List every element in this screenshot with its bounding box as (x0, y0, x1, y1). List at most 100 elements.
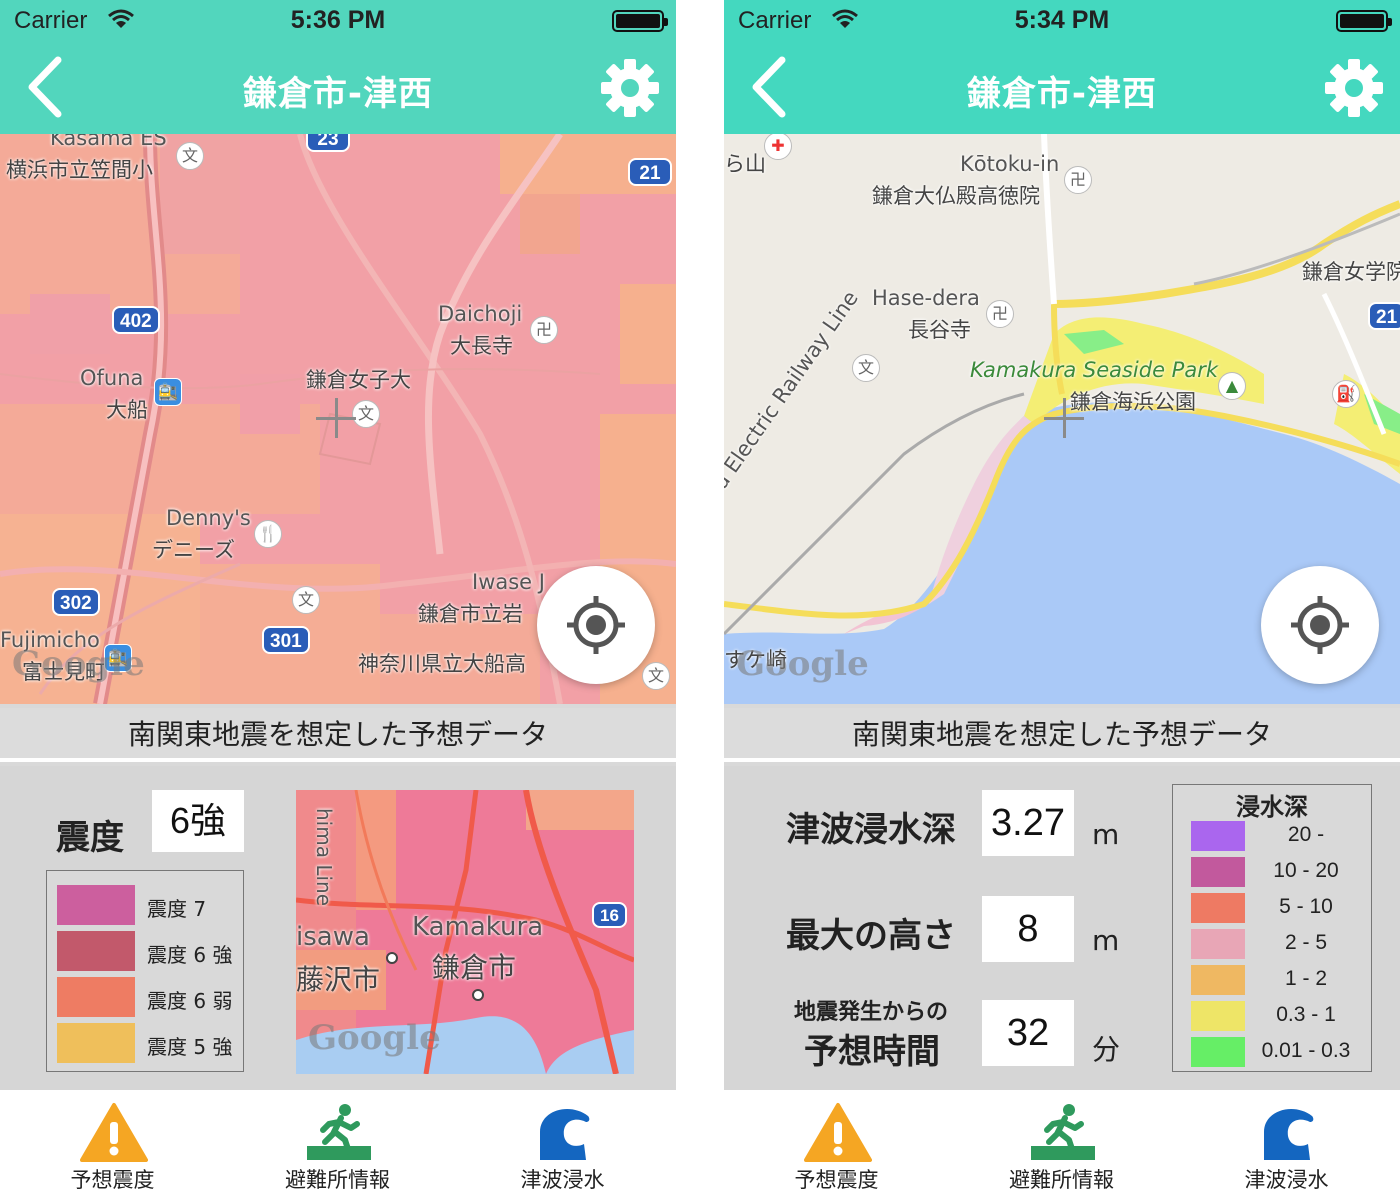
map-center-crosshair-icon (1044, 398, 1084, 438)
depth-legend-swatch (1191, 893, 1245, 923)
intensity-label: 震度 (56, 818, 124, 858)
depth-legend-swatch (1191, 929, 1245, 959)
legend-label: 震度 5 強 (147, 1035, 233, 1059)
max-height-unit: m (1092, 924, 1120, 957)
tab-tsunami[interactable]: 津波浸水 (1174, 1090, 1399, 1200)
depth-legend-label: 5 - 10 (1279, 895, 1333, 918)
map-label-hasedera-en: Hase-dera (872, 286, 980, 310)
legend-swatch (57, 885, 135, 925)
minimap-google-logo: Google (308, 1018, 441, 1058)
inundation-depth-label: 津波浸水深 (786, 810, 956, 850)
current-location-button[interactable] (1261, 566, 1379, 684)
tab-predicted-intensity[interactable]: 予想震度 (0, 1090, 225, 1200)
map-label-joshi-dai: 鎌倉女子大 (306, 368, 411, 392)
route-shield-23: 23 (306, 134, 350, 152)
battery-icon (1336, 10, 1392, 32)
depth-legend-swatch (1191, 821, 1245, 851)
max-height-value: 8 (982, 896, 1074, 962)
legend-label: 震度 6 強 (147, 943, 233, 967)
depth-legend-swatch (1191, 1037, 1245, 1067)
minimap-label-fujisawa-ja: 藤沢市 (296, 963, 381, 996)
intensity-map[interactable]: Kasama ES 横浜市立笠間小 文 23 21 402 Daichoji 大… (0, 134, 676, 704)
map-label-yama: ら山 (724, 152, 766, 176)
minimap-label-fujisawa-en: isawa (296, 922, 370, 952)
school-icon[interactable]: 文 (852, 354, 880, 382)
status-time: 5:34 PM (1014, 6, 1110, 34)
depth-legend-label: 0.01 - 0.3 (1261, 1039, 1351, 1062)
temple-icon[interactable]: 卍 (530, 316, 558, 344)
tab-label: 避難所情報 (1009, 1168, 1114, 1192)
map-label-ofuna-hs: 神奈川県立大船高 (358, 652, 526, 676)
tab-label: 予想震度 (794, 1168, 879, 1192)
battery-icon (612, 10, 668, 32)
map-label-ofuna-en: Ofuna (80, 366, 144, 390)
arrival-time-label-top: 地震発生からの (794, 1000, 949, 1025)
map-label-iwase-en: Iwase J (472, 570, 545, 594)
school-icon[interactable]: 文 (176, 142, 204, 170)
minimap-label-kamakura-ja: 鎌倉市 (432, 951, 517, 984)
tab-tsunami[interactable]: 津波浸水 (450, 1090, 675, 1200)
tsunami-wave-icon (1264, 1109, 1314, 1160)
tab-shelter-info[interactable]: 避難所情報 (225, 1090, 450, 1200)
school-icon[interactable]: 文 (352, 400, 380, 428)
tsunami-panel: 津波浸水深 3.27 m 最大の高さ 8 m 地震発生からの 予想時間 32 分… (724, 766, 1400, 1090)
depth-legend-label: 10 - 20 (1273, 859, 1339, 882)
locate-target-icon (567, 596, 625, 654)
inundation-legend: 浸水深 20 - 10 - 20 5 - 10 2 - 5 1 - 2 0.3 … (1172, 784, 1372, 1072)
park-tree-icon[interactable]: ▲ (1218, 372, 1246, 400)
gear-icon[interactable] (1324, 58, 1384, 118)
intensity-panel: 震度 6強 震度 7 震度 6 強 震度 6 弱 震度 5 強 hima Lin… (0, 766, 676, 1090)
inundation-legend-title: 浸水深 (1236, 793, 1308, 821)
inundation-depth-unit: m (1092, 818, 1120, 851)
map-label-seaside-ja: 鎌倉海浜公園 (1070, 390, 1196, 414)
page-title: 鎌倉市-津西 (242, 74, 434, 114)
warning-icon (80, 1103, 148, 1162)
max-height-label: 最大の高さ (786, 916, 956, 956)
map-label-girls-school: 鎌倉女学院 (1302, 260, 1400, 284)
minimap-label-line: hima Line (312, 808, 336, 907)
google-logo: Google (736, 644, 869, 684)
school-icon[interactable]: 文 (292, 586, 320, 614)
route-shield-21: 21 (1368, 302, 1400, 330)
depth-legend-swatch (1191, 965, 1245, 995)
current-location-button[interactable] (537, 566, 655, 684)
tab-shelter-info[interactable]: 避難所情報 (949, 1090, 1174, 1200)
phone-screen-tsunami: Carrier 5:34 PM 鎌倉市-津西 ら山 ✚ Kōtoku-in 鎌倉… (724, 0, 1400, 1200)
route-shield-402: 402 (112, 306, 160, 334)
tab-predicted-intensity[interactable]: 予想震度 (724, 1090, 949, 1200)
legend-swatch (57, 977, 135, 1017)
legend-label: 震度 6 弱 (147, 989, 233, 1013)
back-chevron-icon[interactable] (22, 56, 70, 118)
legend-label: 震度 7 (147, 897, 207, 921)
map-label-dennys-en: Denny's (166, 506, 251, 530)
depth-legend-label: 2 - 5 (1284, 931, 1328, 954)
gear-icon[interactable] (600, 58, 660, 118)
depth-legend-label: 20 - (1287, 823, 1325, 846)
temple-icon[interactable]: 卍 (1064, 166, 1092, 194)
page-title: 鎌倉市-津西 (966, 74, 1158, 114)
status-bar: Carrier 5:34 PM (724, 0, 1400, 40)
data-caption: 南関東地震を想定した予想データ (0, 708, 676, 762)
tab-bar: 予想震度 避難所情報 津波浸水 (0, 1090, 676, 1200)
map-label-kotoku-ja: 鎌倉大仏殿高徳院 (872, 184, 1040, 208)
back-chevron-icon[interactable] (746, 56, 794, 118)
tab-label: 津波浸水 (520, 1168, 605, 1192)
tsunami-map[interactable]: ら山 ✚ Kōtoku-in 鎌倉大仏殿高徳院 卍 鎌倉女学院 21 Hase-… (724, 134, 1400, 704)
temple-icon[interactable]: 卍 (986, 300, 1014, 328)
restaurant-icon[interactable]: 🍴 (254, 520, 282, 548)
train-station-icon[interactable]: 🚉 (154, 378, 182, 406)
map-label-hasedera-ja: 長谷寺 (908, 318, 971, 342)
evacuation-runner-icon (307, 1104, 371, 1160)
gas-station-icon[interactable]: ⛽ (1332, 380, 1360, 408)
tab-bar: 予想震度 避難所情報 津波浸水 (724, 1090, 1400, 1200)
regional-intensity-minimap[interactable]: hima Line isawa 藤沢市 Kamakura 鎌倉市 16 Goog… (296, 790, 634, 1074)
tab-label: 津波浸水 (1244, 1168, 1329, 1192)
data-caption: 南関東地震を想定した予想データ (724, 708, 1400, 762)
map-label-kotoku-en: Kōtoku-in (960, 152, 1060, 176)
arrival-time-value: 32 (982, 1000, 1074, 1066)
map-label-iwase-ja: 鎌倉市立岩 (418, 602, 523, 626)
minimap-label-kamakura-en: Kamakura (412, 912, 544, 942)
route-shield-21: 21 (628, 158, 672, 186)
map-label-ofuna-ja: 大船 (106, 398, 148, 422)
map-label-kasama-ja: 横浜市立笠間小 (6, 158, 153, 182)
